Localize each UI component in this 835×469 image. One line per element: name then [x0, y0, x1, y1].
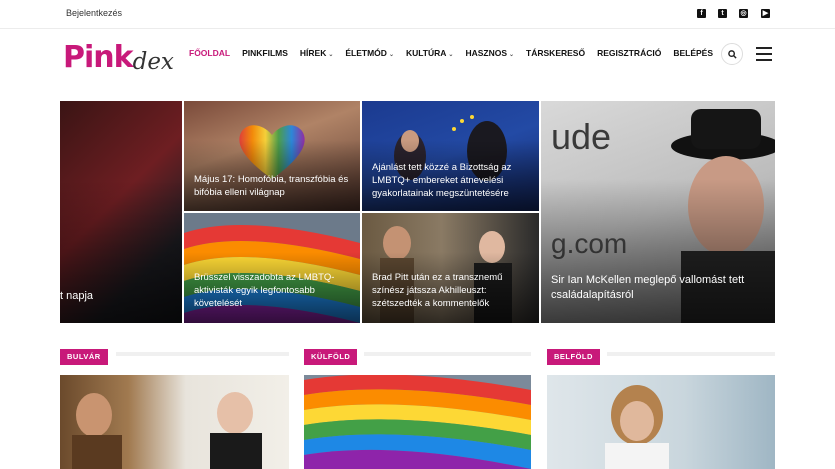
hero-tile-3[interactable]: Brüsszel visszadobta az LMBTQ-aktivisták…	[184, 213, 360, 323]
nav-label: HASZNOS	[465, 48, 508, 58]
nav-item-eletmod[interactable]: ÉLETMÓD ⌄	[345, 48, 394, 58]
section-header-belfold: BELFÖLD	[547, 346, 775, 365]
actors-image	[72, 392, 262, 469]
nav-label: PINKFILMS	[242, 48, 288, 58]
hero-tile-5-title: Sir Ian McKellen meglepő vallomást tett …	[551, 274, 745, 301]
chevron-down-icon: ⌄	[388, 52, 394, 58]
nav-item-fooldal[interactable]: FŐOLDAL	[189, 48, 230, 58]
nav-label: FŐOLDAL	[189, 48, 231, 58]
nav-item-hasznos[interactable]: HASZNOS ⌄	[465, 48, 514, 58]
login-link[interactable]: Bejelentkezés	[66, 8, 122, 18]
nav-item-tarskereso[interactable]: TÁRSKERESŐ	[526, 48, 585, 58]
chevron-down-icon: ⌄	[448, 52, 454, 58]
facebook-icon[interactable]: f	[697, 9, 706, 18]
top-bar: Bejelentkezés f t ◎ ▶	[0, 0, 835, 29]
nav-label: HÍREK	[299, 48, 327, 58]
hero-tile-left[interactable]: t napja	[60, 101, 182, 323]
instagram-icon[interactable]: ◎	[739, 9, 748, 18]
section-header-kulfold: KÜLFÖLD	[304, 346, 531, 365]
twitter-icon[interactable]: t	[718, 9, 727, 18]
rainbow-flag-image	[304, 375, 531, 469]
main-nav: FŐOLDAL PINKFILMS HÍREK ⌄ ÉLETMÓD ⌄ KULTÚR…	[189, 48, 725, 58]
logo-text-dex: dex	[132, 49, 174, 75]
belfold-image[interactable]	[547, 375, 775, 469]
hero-tile-1-title: Május 17: Homofóbia, transzfóbia és bifó…	[194, 174, 349, 198]
nav-label: REGISZTRÁCIÓ	[597, 48, 662, 58]
section-badge[interactable]: BULVÁR	[60, 349, 108, 365]
nav-label: TÁRSKERESŐ	[526, 48, 586, 58]
search-icon	[728, 50, 737, 59]
hero-tile-5[interactable]: ude g.com Sir Ian McKellen meglepő vallo…	[541, 101, 775, 323]
chevron-down-icon: ⌄	[328, 52, 334, 58]
menu-icon[interactable]	[756, 47, 772, 61]
hero-tile-4[interactable]: Brad Pitt után ez a transznemű színész j…	[362, 213, 539, 323]
hero-tile-2-title: Ajánlást tett közzé a Bizottság az LMBTQ…	[372, 162, 512, 199]
chevron-down-icon: ⌄	[509, 52, 515, 58]
hero-tile-4-title: Brad Pitt után ez a transznemű színész j…	[372, 272, 503, 309]
nav-item-belepes[interactable]: BELÉPÉS	[673, 48, 713, 58]
hero-tile-1[interactable]: Május 17: Homofóbia, transzfóbia és bifó…	[184, 101, 360, 211]
nav-label: KULTÚRA	[405, 48, 447, 58]
svg-text:ude: ude	[551, 116, 611, 157]
site-logo[interactable]: Pinkdex	[63, 40, 174, 76]
hero-tile-3-title: Brüsszel visszadobta az LMBTQ-aktivisták…	[194, 272, 335, 309]
kulfold-image[interactable]	[304, 375, 531, 469]
bulvar-image[interactable]	[60, 375, 289, 469]
section-header-bulvar: BULVÁR	[60, 346, 289, 365]
nav-item-pinkfilms[interactable]: PINKFILMS	[242, 48, 288, 58]
hero-tile-left-title: t napja	[60, 290, 94, 302]
logo-text-pink: Pink	[63, 40, 134, 75]
section-badge[interactable]: KÜLFÖLD	[304, 349, 358, 365]
nav-label: ÉLETMÓD	[345, 48, 387, 58]
nav-item-hirek[interactable]: HÍREK ⌄	[300, 48, 333, 58]
hero-tile-2[interactable]: Ajánlást tett közzé a Bizottság az LMBTQ…	[362, 101, 539, 211]
nav-label: BELÉPÉS	[673, 48, 714, 58]
portrait-image	[605, 385, 669, 469]
nav-item-kultura[interactable]: KULTÚRA ⌄	[406, 48, 453, 58]
search-button[interactable]	[721, 43, 743, 65]
section-badge[interactable]: BELFÖLD	[547, 349, 600, 365]
nav-item-regisztracio[interactable]: REGISZTRÁCIÓ	[597, 48, 661, 58]
youtube-icon[interactable]: ▶	[761, 9, 770, 18]
